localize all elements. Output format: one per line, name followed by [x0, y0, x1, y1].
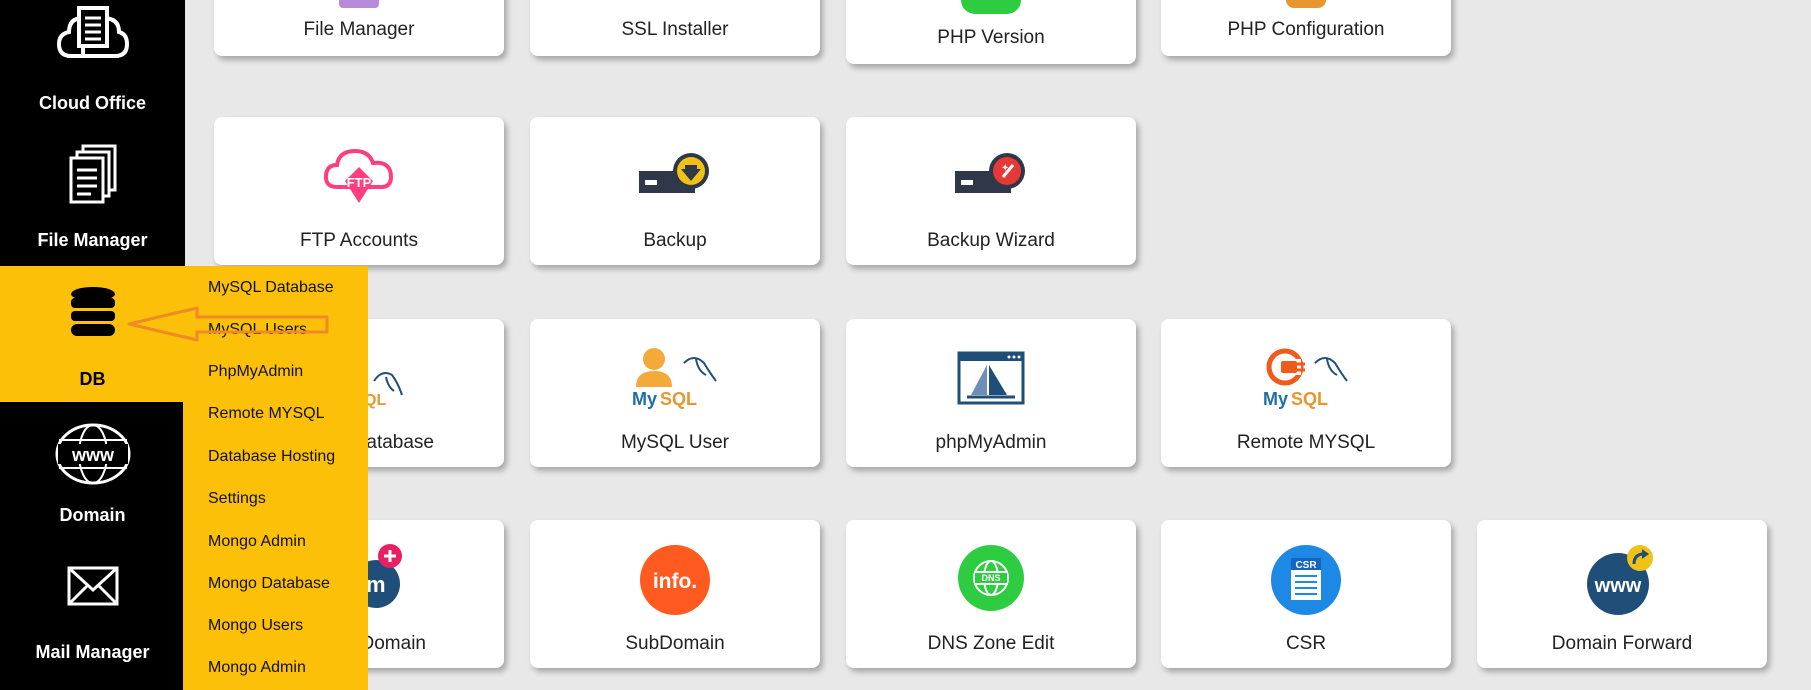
- php-configuration-icon: [1286, 0, 1326, 8]
- card-csr[interactable]: CSR CSR: [1161, 520, 1451, 668]
- svg-text:FTP: FTP: [347, 175, 372, 190]
- submenu-item-database-hosting[interactable]: Database Hosting: [208, 448, 335, 466]
- svg-text:www: www: [1594, 575, 1642, 597]
- card-ftp-accounts[interactable]: FTP FTP Accounts: [214, 117, 504, 265]
- sidebar-item-label: Mail Manager: [35, 642, 150, 662]
- php-version-icon: [961, 0, 1021, 14]
- phpmyadmin-icon: [957, 351, 1025, 410]
- card-backup-wizard[interactable]: ✦ Backup Wizard: [846, 117, 1136, 265]
- card-dns-zone-edit[interactable]: DNS DNS Zone Edit: [846, 520, 1136, 668]
- sidebar-item-label: DB: [79, 369, 106, 389]
- card-domain-forward[interactable]: www Domain Forward: [1477, 520, 1767, 668]
- sidebar-item-label: Cloud Office: [39, 93, 146, 113]
- addon-domain-icon: m: [352, 542, 408, 617]
- sidebar-item-cloud-office[interactable]: Cloud Office: [0, 0, 185, 126]
- svg-text:My: My: [632, 389, 657, 409]
- svg-text:info.: info.: [653, 570, 697, 593]
- database-icon: [69, 286, 117, 343]
- svg-text:✦: ✦: [1001, 163, 1009, 174]
- svg-text:CSR: CSR: [1295, 560, 1317, 571]
- submenu-item-mongo-admin[interactable]: Mongo Admin: [208, 533, 306, 551]
- file-manager-icon: [339, 0, 379, 8]
- backup-icon: [635, 151, 715, 204]
- sidebar-item-file-manager[interactable]: File Manager: [0, 126, 185, 266]
- svg-text:SQL: SQL: [1291, 389, 1328, 409]
- sidebar-item-domain[interactable]: www Domain: [0, 402, 185, 540]
- file-manager-icon: [67, 144, 119, 211]
- submenu-item-phpmyadmin[interactable]: PhpMyAdmin: [208, 363, 303, 381]
- submenu-item-mongo-database[interactable]: Mongo Database: [208, 575, 330, 593]
- card-ssl-installer[interactable]: SSL Installer: [530, 0, 820, 56]
- card-file-manager[interactable]: File Manager: [214, 0, 504, 56]
- sidebar-item-mail-manager[interactable]: Mail Manager: [0, 540, 185, 690]
- card-phpmyadmin[interactable]: phpMyAdmin: [846, 319, 1136, 467]
- csr-document-icon: CSR: [1270, 544, 1342, 621]
- mail-envelope-icon: [67, 566, 119, 611]
- svg-text:www: www: [70, 445, 114, 465]
- submenu-item-remote-mysql[interactable]: Remote MYSQL: [208, 405, 324, 423]
- www-globe-icon: www: [54, 422, 132, 491]
- card-php-version[interactable]: PHP Version: [846, 0, 1136, 64]
- backup-wizard-icon: ✦: [951, 151, 1031, 204]
- submenu-item-mysql-database[interactable]: MySQL Database: [208, 279, 334, 297]
- cloud-office-icon: [56, 4, 129, 71]
- domain-forward-icon: www: [1586, 544, 1658, 621]
- remote-mysql-icon: My SQL: [1261, 345, 1351, 414]
- card-backup[interactable]: Backup: [530, 117, 820, 265]
- submenu-item-mongo-users[interactable]: Mongo Users: [208, 617, 303, 635]
- sidebar-item-label: File Manager: [37, 230, 148, 250]
- submenu-item-settings[interactable]: Settings: [208, 490, 266, 508]
- svg-text:m: m: [368, 572, 386, 597]
- mysql-database-icon: QL: [364, 361, 404, 416]
- svg-text:SQL: SQL: [660, 389, 697, 409]
- ftp-cloud-icon: FTP: [323, 147, 395, 210]
- submenu-item-mongo-admin-2[interactable]: Mongo Admin: [208, 659, 306, 677]
- mysql-user-icon: My SQL: [630, 345, 720, 414]
- svg-text:My: My: [1263, 389, 1288, 409]
- card-mysql-user[interactable]: My SQL MySQL User: [530, 319, 820, 467]
- card-remote-mysql[interactable]: My SQL Remote MYSQL: [1161, 319, 1451, 467]
- card-subdomain[interactable]: info. SubDomain: [530, 520, 820, 668]
- annotation-arrow: [127, 306, 329, 342]
- card-php-configuration[interactable]: PHP Configuration: [1161, 0, 1451, 56]
- sidebar-item-label: Domain: [59, 505, 126, 525]
- dns-globe-icon: DNS: [957, 544, 1025, 617]
- svg-text:DNS: DNS: [981, 573, 1000, 583]
- info-icon: info.: [639, 544, 711, 621]
- sidebar: Cloud Office File Manager DB www Domain …: [0, 0, 185, 690]
